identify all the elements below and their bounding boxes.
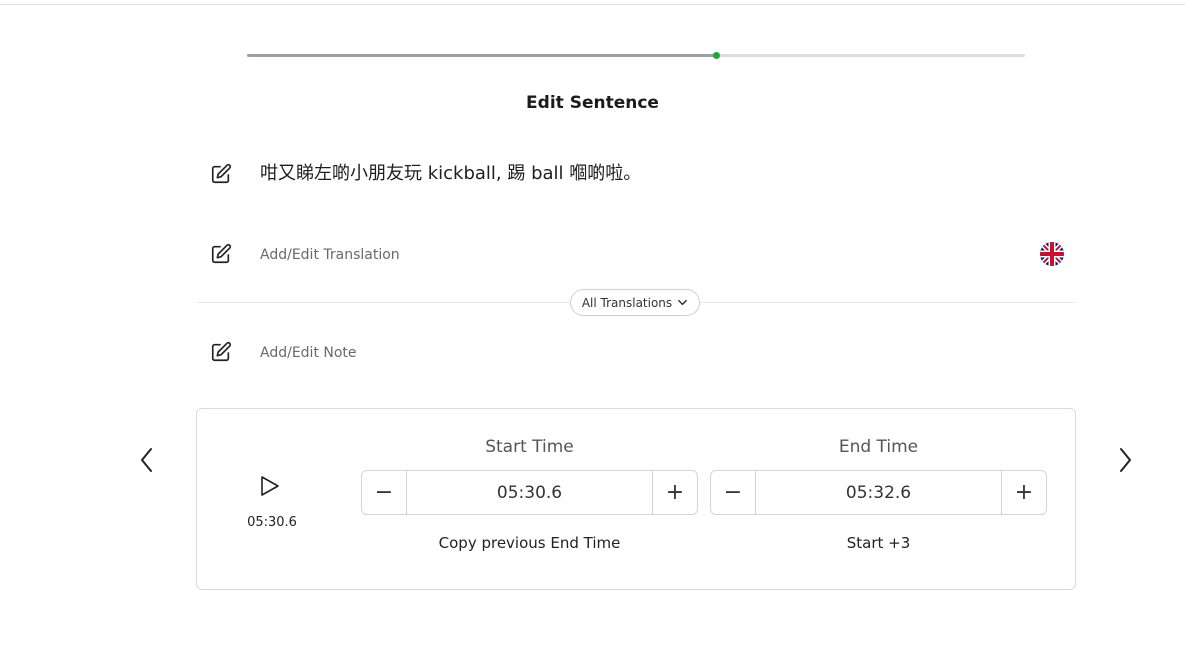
current-time: 05:30.6 <box>247 515 297 530</box>
chevron-left-icon[interactable] <box>137 447 157 473</box>
all-translations-label: All Translations <box>581 295 673 310</box>
add-edit-translation-link[interactable]: Add/Edit Translation <box>260 247 400 263</box>
top-border <box>0 4 1185 5</box>
edit-icon[interactable] <box>210 341 232 363</box>
edit-icon[interactable] <box>210 243 232 265</box>
start-time-increment-button[interactable]: + <box>652 471 697 514</box>
progress-marker <box>713 52 721 59</box>
end-time-value[interactable]: 05:32.6 <box>756 471 1001 514</box>
start-time-decrement-button[interactable]: − <box>362 471 407 514</box>
add-edit-note-link[interactable]: Add/Edit Note <box>260 345 357 361</box>
start-time-label: Start Time <box>485 437 574 457</box>
play-icon[interactable] <box>257 474 283 498</box>
start-time-value[interactable]: 05:30.6 <box>407 471 652 514</box>
page-title: Edit Sentence <box>526 93 659 113</box>
end-time-stepper: − 05:32.6 + <box>710 470 1047 515</box>
end-time-decrement-button[interactable]: − <box>711 471 756 514</box>
copy-previous-end-time-button[interactable]: Copy previous End Time <box>361 534 698 552</box>
sentence-text[interactable]: 咁又睇左啲小朋友玩 kickball, 踢 ball 嗰啲啦。 <box>260 159 641 185</box>
chevron-down-icon <box>678 299 688 306</box>
chevron-right-icon[interactable] <box>1115 447 1135 473</box>
edit-icon[interactable] <box>210 163 232 185</box>
end-time-label: End Time <box>838 437 919 457</box>
uk-flag-icon[interactable] <box>1040 242 1064 266</box>
progress-bar <box>247 52 1025 59</box>
progress-fill <box>247 54 717 57</box>
start-plus-3-button[interactable]: Start +3 <box>710 534 1047 552</box>
end-time-increment-button[interactable]: + <box>1001 471 1046 514</box>
start-time-stepper: − 05:30.6 + <box>361 470 698 515</box>
all-translations-button[interactable]: All Translations <box>570 289 700 316</box>
